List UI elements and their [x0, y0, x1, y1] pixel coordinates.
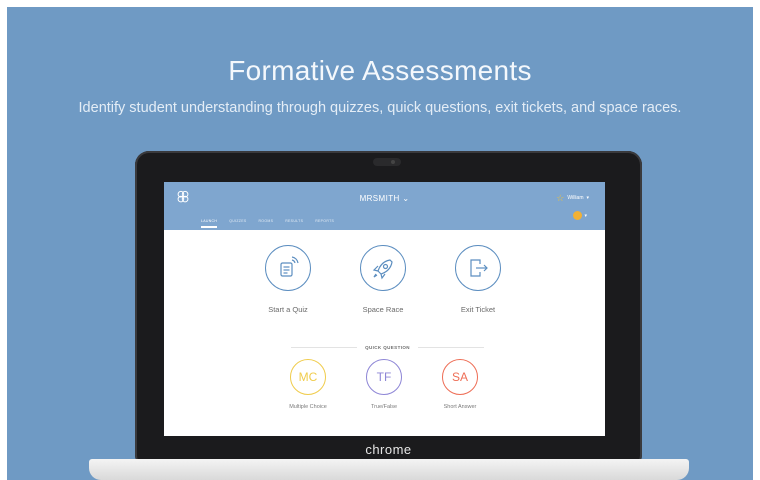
start-quiz-button[interactable]: Start a Quiz: [248, 245, 328, 314]
chevron-down-icon: ▾: [584, 212, 587, 219]
chevron-down-icon: ▾: [586, 195, 589, 201]
exit-icon: [455, 245, 501, 291]
laptop-screen: MRSMITH ⌄ ☆ William ▾ LAUNCH QUIZZES ROO…: [164, 182, 605, 436]
launch-label: Exit Ticket: [460, 305, 496, 314]
marketing-banner: Formative Assessments Identify student u…: [7, 7, 753, 480]
laptop-base: [89, 459, 689, 480]
quick-question-label: Multiple Choice: [289, 404, 327, 410]
space-race-button[interactable]: Space Race: [343, 245, 423, 314]
tab-rooms[interactable]: ROOMS: [258, 219, 273, 228]
lightbulb-icon: [573, 211, 583, 220]
short-answer-button[interactable]: SA Short Answer: [420, 359, 500, 410]
star-icon: ☆: [556, 193, 565, 203]
user-menu[interactable]: ☆ William ▾: [556, 193, 589, 203]
help-menu[interactable]: ▾: [573, 211, 587, 220]
class-name-label: MRSMITH: [359, 194, 400, 203]
chevron-down-icon: ⌄: [402, 194, 410, 203]
quiz-icon: [265, 245, 311, 291]
laptop-lid: MRSMITH ⌄ ☆ William ▾ LAUNCH QUIZZES ROO…: [135, 151, 642, 469]
quick-question-label: True/False: [370, 404, 398, 410]
rocket-icon: [360, 245, 406, 291]
launch-options: Start a Quiz Space Race Exit Ticket: [164, 245, 605, 325]
sa-icon: SA: [442, 359, 478, 395]
webcam: [373, 158, 401, 166]
true-false-button[interactable]: TF True/False: [344, 359, 424, 410]
hero-title: Formative Assessments: [228, 55, 532, 86]
tab-results[interactable]: RESULTS: [285, 219, 303, 228]
multiple-choice-button[interactable]: MC Multiple Choice: [268, 359, 348, 410]
chrome-brand-label: chrome: [365, 442, 412, 457]
quick-question-heading: QUICK QUESTION: [365, 344, 410, 350]
launch-label: Start a Quiz: [268, 305, 308, 314]
tab-launch[interactable]: LAUNCH: [201, 219, 218, 228]
quick-question-label: Short Answer: [443, 404, 477, 410]
mc-icon: MC: [290, 359, 326, 395]
user-name: William: [567, 195, 584, 201]
exit-ticket-button[interactable]: Exit Ticket: [438, 245, 518, 314]
tab-quizzes[interactable]: QUIZZES: [229, 219, 246, 228]
launch-label: Space Race: [362, 305, 404, 314]
class-selector[interactable]: MRSMITH ⌄: [164, 194, 605, 203]
quick-question-divider: QUICK QUESTION: [291, 342, 485, 352]
main-nav: LAUNCH QUIZZES ROOMS RESULTS REPORTS: [201, 219, 334, 228]
tab-reports[interactable]: REPORTS: [315, 219, 334, 228]
hero-subtitle: Identify student understanding through q…: [78, 100, 682, 116]
tf-icon: TF: [366, 359, 402, 395]
app-header: MRSMITH ⌄ ☆ William ▾ LAUNCH QUIZZES ROO…: [164, 182, 605, 230]
